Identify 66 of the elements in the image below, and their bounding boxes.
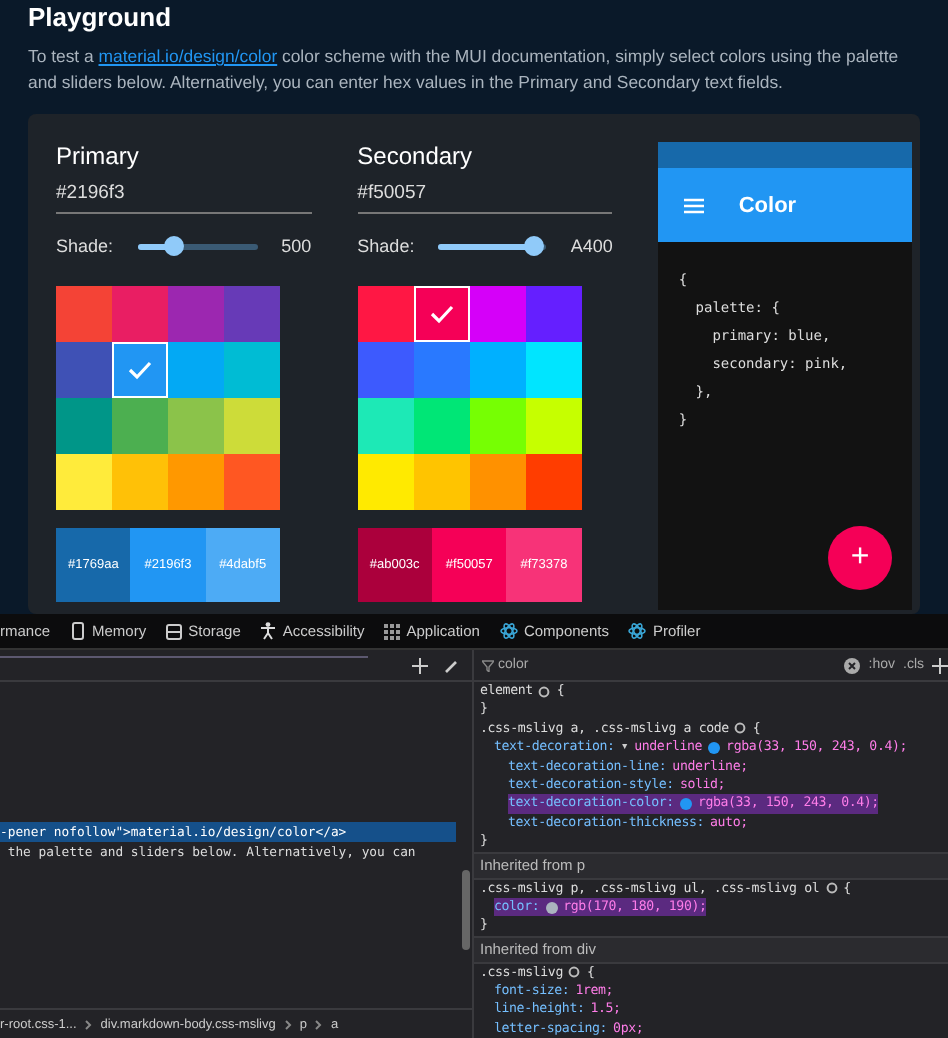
color-swatch[interactable] (112, 454, 168, 510)
color-swatch[interactable] (112, 398, 168, 454)
color-swatch[interactable] (56, 286, 112, 342)
hex-input[interactable]: #2196f3 (56, 174, 312, 214)
chip-icon (70, 622, 87, 640)
add-icon[interactable] (412, 657, 428, 673)
app-bar-title: Color (738, 193, 797, 217)
color-swatch[interactable] (525, 286, 582, 342)
color-swatch[interactable] (357, 342, 414, 398)
shade-value: A400 (570, 236, 613, 256)
color-swatch[interactable] (168, 454, 224, 510)
shade-label: Shade: (357, 236, 415, 256)
slider-thumb[interactable] (163, 235, 184, 255)
link[interactable]: material.io/design/color (98, 46, 278, 66)
picker-title: Secondary (357, 142, 475, 174)
color-swatch[interactable] (56, 398, 112, 454)
menu-icon[interactable] (684, 197, 705, 213)
color-swatch[interactable] (413, 286, 470, 342)
slider-thumb[interactable] (523, 235, 544, 255)
color-swatch[interactable] (708, 741, 721, 754)
check-icon (429, 304, 454, 324)
color-swatch[interactable] (224, 454, 280, 510)
hex-input[interactable]: #f50057 (357, 174, 613, 214)
add-button[interactable]: + (828, 526, 893, 590)
page-title: Playground (28, 2, 174, 32)
chevron-icon (84, 1019, 93, 1030)
color-swatch[interactable] (56, 454, 112, 510)
atom-icon (499, 622, 518, 640)
atom-icon (628, 622, 647, 640)
color-swatch[interactable] (357, 398, 414, 454)
color-swatch[interactable] (224, 286, 280, 342)
chevron-icon (314, 1019, 323, 1030)
color-swatch[interactable] (168, 398, 224, 454)
color-swatch[interactable] (469, 398, 526, 454)
color-swatch[interactable] (168, 342, 224, 398)
color-swatch[interactable] (224, 342, 280, 398)
grid-icon (384, 623, 401, 639)
color-swatch[interactable] (413, 398, 470, 454)
person-icon (260, 622, 277, 640)
color-swatch[interactable] (469, 286, 526, 342)
intro-paragraph: To test a material.io/design/color color scheme with the MUI documentation, simply select colors using the palette and sliders below. Alternatively, you can enter hex values in the Primary and Secondary text fields. (28, 44, 901, 96)
color-swatch[interactable] (413, 342, 470, 398)
color-swatch[interactable] (357, 286, 414, 342)
color-swatch[interactable] (525, 342, 582, 398)
color-swatch[interactable] (469, 342, 526, 398)
clear-icon[interactable] (844, 657, 861, 673)
color-swatch[interactable] (469, 454, 526, 510)
color-swatch[interactable] (112, 286, 168, 342)
filter-icon (482, 659, 494, 671)
color-swatch[interactable] (168, 286, 224, 342)
color-swatch[interactable] (525, 398, 582, 454)
color-swatch[interactable] (679, 798, 692, 811)
color-swatch[interactable] (357, 454, 414, 510)
color-swatch[interactable] (413, 454, 470, 510)
color-swatch[interactable] (112, 342, 168, 398)
picker-title: Primary (56, 142, 141, 174)
shade-label: Shade: (56, 236, 114, 256)
color-swatch[interactable] (224, 398, 280, 454)
check-icon (128, 360, 152, 380)
color-swatch[interactable] (56, 342, 112, 398)
shade-value: 500 (281, 236, 312, 256)
storage-icon (166, 623, 183, 639)
color-swatch[interactable] (545, 901, 558, 914)
add-icon[interactable] (932, 657, 948, 673)
chevron-icon (283, 1019, 292, 1030)
color-swatch[interactable] (525, 454, 582, 510)
